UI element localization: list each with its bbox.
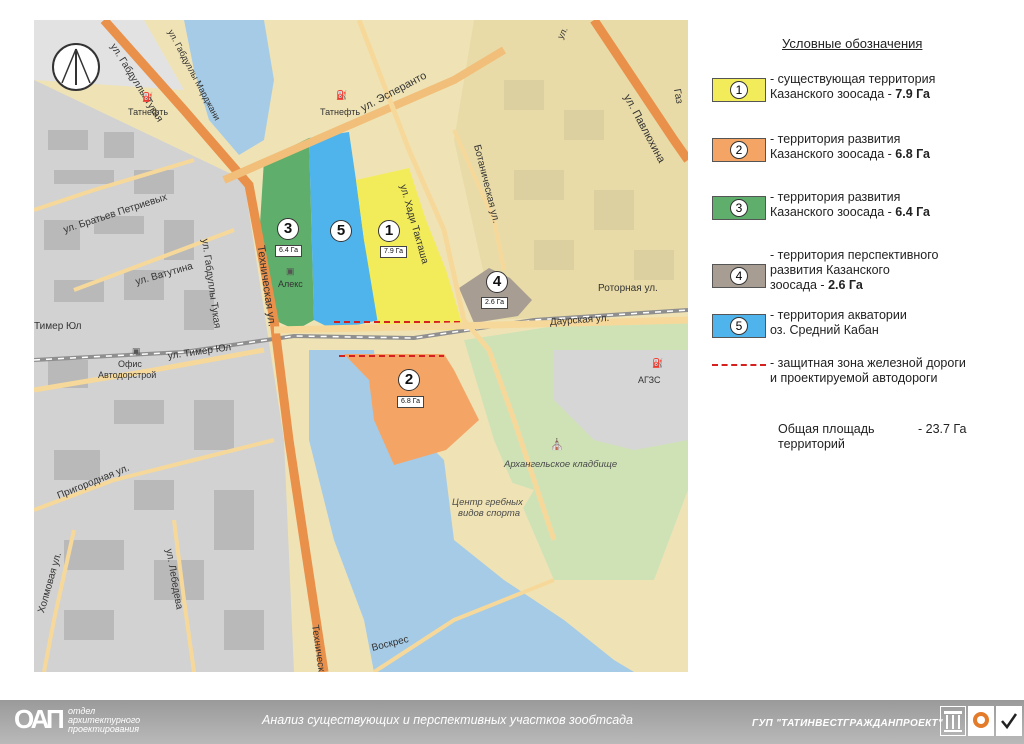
legend-protect-dash	[712, 364, 766, 366]
legend-2-line2: Казанского зоосада -	[770, 147, 896, 161]
zone-1-area: 7.9 Га	[380, 246, 407, 258]
legend-num-3: 3	[730, 199, 748, 217]
office-icon: ▣	[132, 346, 141, 356]
shop-icon: ▣	[286, 266, 295, 276]
map[interactable]: ул. Габдуллы Тукая ул. Габдуллы Марджани…	[34, 20, 688, 672]
legend-5-line2: оз. Средний Кабан	[770, 323, 879, 337]
legend-2-value: 6.8 Га	[895, 147, 930, 161]
church-icon: ⛪	[550, 439, 564, 451]
legend-swatch-5: 5	[712, 314, 766, 338]
poi-rowing-line2: видов спорта	[458, 508, 521, 519]
legend-4-line3: зоосада -	[770, 278, 829, 292]
legend-swatch-4: 4	[712, 264, 766, 288]
zone-2-area: 6.8 Га	[397, 396, 424, 408]
poi-ofis-line2: Автодорстрой	[98, 370, 157, 380]
legend-total-line1: Общая площадь	[778, 422, 875, 436]
legend-total-line2: территорий	[778, 437, 845, 451]
legend-total-label: Общая площадь территорий	[778, 422, 875, 452]
legend-text-5: - территория акватории оз. Средний Кабан	[770, 308, 907, 338]
legend-3-value: 6.4 Га	[895, 205, 930, 219]
north-arrow-icon	[52, 43, 100, 91]
poi-agzs: АГЗС	[638, 375, 661, 385]
zone-4-area: 2.6 Га	[481, 297, 508, 309]
fuel-icon: ⛽	[142, 92, 154, 102]
legend-protect-line1: - защитная зона железной дороги	[770, 356, 966, 370]
legend-swatch-2: 2	[712, 138, 766, 162]
legend-num-5: 5	[730, 317, 748, 335]
legend-total-value: - 23.7 Га	[918, 422, 967, 436]
footer-title: Анализ существующих и перспективных учас…	[262, 713, 634, 727]
legend-text-2: - территория развития Казанского зоосада…	[770, 132, 930, 162]
legend-text-1: - существующая территория Казанского зоо…	[770, 72, 935, 102]
zone-3-marker[interactable]: 3	[277, 218, 299, 240]
legend-2-line1: - территория развития	[770, 132, 901, 146]
poi-aleks: Алекс	[278, 279, 303, 289]
legend-5-line1: - территория акватории	[770, 308, 907, 322]
poi-tatneft-top: Татнефть	[320, 107, 361, 117]
legend-num-4: 4	[730, 267, 748, 285]
footer-org: ГУП "ТАТИНВЕСТГРАЖДАНПРОЕКТ"	[752, 718, 944, 729]
quality-mark-icon	[996, 706, 1022, 736]
zone-1-marker[interactable]: 1	[378, 220, 400, 242]
logo-subtitle: отдел архитектурного проектирования	[68, 707, 140, 734]
footer-bar: ОАП отдел архитектурного проектирования …	[0, 700, 1024, 744]
zone-4-marker[interactable]: 4	[486, 271, 508, 293]
certification-icon	[968, 706, 994, 736]
legend-num-2: 2	[730, 141, 748, 159]
poi-ofis-line1: Офис	[118, 359, 142, 369]
street-rotornaya: Роторная ул.	[598, 283, 658, 294]
poi-rowing-line1: Центр гребных	[452, 497, 523, 508]
street-timer-yul-left: Тимер Юл	[34, 321, 82, 332]
poi-cemetery: Архангельское кладбище	[504, 459, 618, 470]
legend-text-protect: - защитная зона железной дороги и проект…	[770, 356, 966, 386]
legend-3-line1: - территория развития	[770, 190, 901, 204]
legend-3-line2: Казанского зоосада -	[770, 205, 896, 219]
logo-oap: ОАП	[14, 704, 65, 734]
legend-1-line1: - существующая территория	[770, 72, 936, 86]
legend-text-4: - территория перспективного развития Каз…	[770, 248, 938, 293]
legend-swatch-1: 1	[712, 78, 766, 102]
street-gaz: Газ	[671, 87, 685, 105]
legend-title: Условные обозначения	[782, 36, 923, 51]
zone-3-area: 6.4 Га	[275, 245, 302, 257]
legend-4-value: 2.6 Га	[828, 278, 863, 292]
fuel-icon: ⛽	[336, 90, 348, 100]
legend-1-value: 7.9 Га	[895, 87, 930, 101]
legend-protect-line2: и проектируемой автодороги	[770, 371, 938, 385]
fuel-icon: ⛽	[652, 358, 664, 368]
legend-4-line1: - территория перспективного	[770, 248, 939, 262]
zone-2-marker[interactable]: 2	[398, 369, 420, 391]
legend-num-1: 1	[730, 81, 748, 99]
poi-tatneft-left: Татнефть	[128, 107, 169, 117]
column-logo-icon	[940, 706, 966, 736]
logo-sub-line3: проектирования	[68, 724, 140, 734]
zone-5-marker[interactable]: 5	[330, 220, 352, 242]
legend-swatch-3: 3	[712, 196, 766, 220]
legend-text-3: - территория развития Казанского зоосада…	[770, 190, 930, 220]
legend-1-line2: Казанского зоосада -	[770, 87, 896, 101]
legend-4-line2: развития Казанского	[770, 263, 890, 277]
